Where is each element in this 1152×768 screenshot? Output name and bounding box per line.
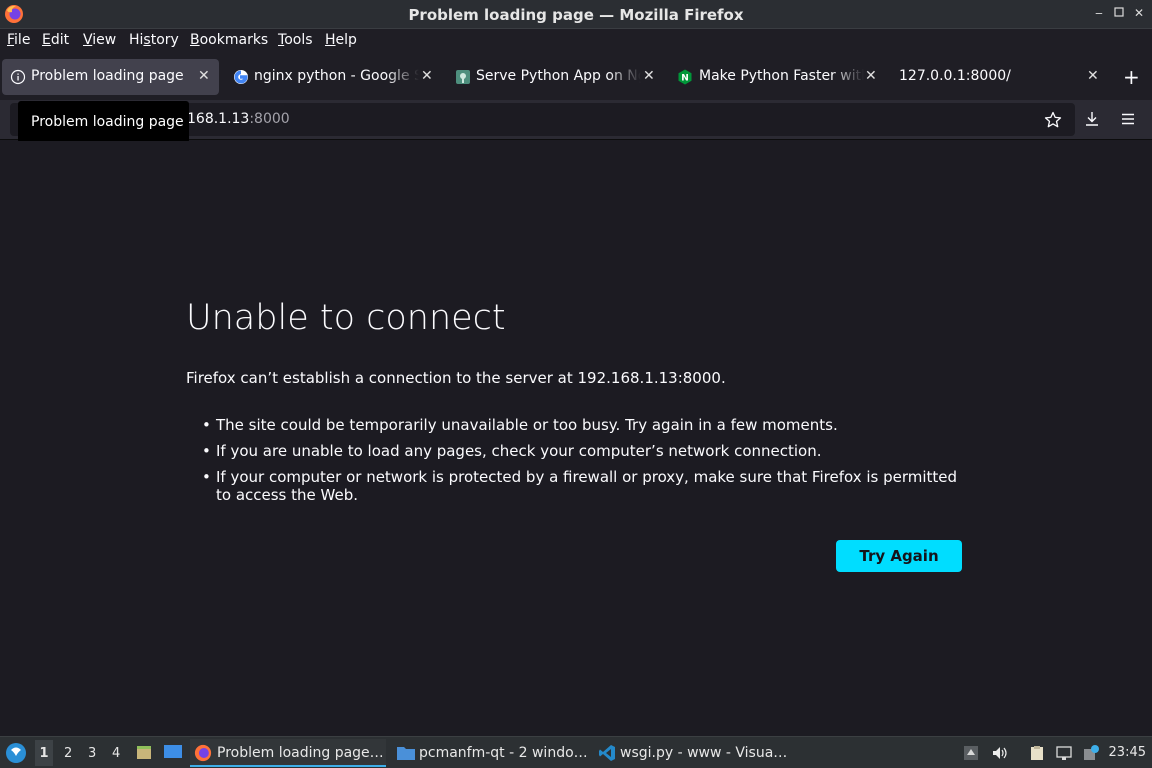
menu-help[interactable]: Help — [325, 32, 357, 48]
menu-file[interactable]: File — [7, 32, 30, 48]
updates-icon[interactable] — [1083, 745, 1099, 761]
minimize-button[interactable]: ‒ — [1092, 6, 1106, 20]
task-label: Problem loading page… — [217, 745, 384, 761]
vscode-icon — [599, 745, 615, 761]
tab-serve-python[interactable]: Serve Python App on Nginx ✕ — [446, 59, 663, 95]
file-manager-launcher-icon[interactable] — [135, 743, 153, 761]
show-desktop-icon[interactable] — [163, 743, 183, 761]
window-titlebar: Problem loading page — Mozilla Firefox ‒… — [0, 0, 1152, 29]
hamburger-menu-icon[interactable] — [1119, 110, 1137, 128]
workspace-1[interactable]: 1 — [35, 740, 53, 766]
close-window-button[interactable]: ✕ — [1132, 6, 1146, 20]
svg-text:N: N — [681, 74, 689, 84]
site-icon — [456, 70, 470, 84]
close-tab-icon[interactable]: ✕ — [865, 68, 877, 84]
menu-edit[interactable]: Edit — [42, 32, 69, 48]
list-item: If your computer or network is protected… — [202, 468, 976, 504]
close-tab-icon[interactable]: ✕ — [421, 68, 433, 84]
bookmark-star-icon[interactable] — [1044, 111, 1062, 129]
tab-label: Problem loading page — [31, 68, 184, 84]
error-description: Firefox can’t establish a connection to … — [186, 369, 726, 387]
menu-history[interactable]: History — [129, 32, 179, 48]
task-firefox[interactable]: Problem loading page… — [190, 739, 386, 767]
tab-tooltip: Problem loading page — [18, 101, 189, 143]
downloads-icon[interactable] — [1083, 110, 1101, 128]
folder-icon — [397, 747, 415, 760]
tab-label: nginx python - Google Search — [254, 68, 419, 84]
list-item: If you are unable to load any pages, che… — [202, 442, 976, 460]
task-label: wsgi.py - www - Visua… — [620, 745, 788, 761]
nginx-icon: N — [678, 69, 692, 85]
clock[interactable]: 23:45 — [1109, 745, 1146, 760]
close-tab-icon[interactable]: ✕ — [643, 68, 655, 84]
maximize-icon — [1114, 7, 1124, 17]
maximize-button[interactable] — [1112, 6, 1126, 20]
task-vscode[interactable]: wsgi.py - www - Visua… — [594, 739, 790, 767]
task-label: pcmanfm-qt - 2 windo… — [419, 745, 588, 761]
tab-localhost[interactable]: 127.0.0.1:8000/ ✕ — [890, 59, 1107, 95]
menu-view[interactable]: View — [83, 32, 116, 48]
new-tab-button[interactable]: + — [1123, 65, 1140, 89]
tooltip-text: Problem loading page — [31, 114, 184, 130]
volume-icon[interactable] — [992, 745, 1008, 761]
tab-label: Serve Python App on Nginx — [476, 68, 641, 84]
start-menu-icon[interactable] — [5, 742, 27, 764]
workspace-3[interactable]: 3 — [88, 746, 96, 761]
error-title: Unable to connect — [186, 298, 506, 338]
tab-problem-loading[interactable]: Problem loading page ✕ — [2, 59, 219, 95]
tab-google-search[interactable]: nginx python - Google Search ✕ — [224, 59, 441, 95]
info-icon — [10, 69, 26, 85]
menu-tools[interactable]: Tools — [278, 32, 313, 48]
google-icon — [234, 70, 248, 84]
close-tab-icon[interactable]: ✕ — [198, 68, 210, 84]
workspace-2[interactable]: 2 — [64, 746, 72, 761]
list-item: The site could be temporarily unavailabl… — [202, 416, 976, 434]
try-again-button[interactable]: Try Again — [836, 540, 962, 572]
tab-label: 127.0.0.1:8000/ — [899, 68, 1011, 84]
task-pcmanfm[interactable]: pcmanfm-qt - 2 windo… — [392, 739, 588, 767]
tab-strip: Problem loading page ✕ nginx python - Go… — [0, 54, 1152, 100]
error-page: Unable to connect Firefox can’t establis… — [0, 141, 1152, 735]
tab-make-python-faster[interactable]: N Make Python Faster with ✕ — [668, 59, 885, 95]
tab-label: Make Python Faster with — [699, 68, 864, 84]
taskbar: 1 2 3 4 Problem loading page… pcmanfm-qt… — [0, 736, 1152, 768]
menu-bookmarks[interactable]: Bookmarks — [190, 32, 268, 48]
tray-arrow-icon[interactable] — [963, 745, 979, 761]
window-title: Problem loading page — Mozilla Firefox — [408, 6, 744, 24]
url-text: 168.1.13:8000 — [187, 111, 290, 127]
network-icon[interactable] — [1056, 745, 1072, 761]
menubar: File Edit View History Bookmarks Tools H… — [0, 29, 1152, 54]
firefox-icon — [194, 744, 212, 762]
clipboard-icon[interactable] — [1029, 745, 1045, 761]
workspace-4[interactable]: 4 — [112, 746, 120, 761]
error-reasons-list: The site could be temporarily unavailabl… — [202, 416, 976, 512]
close-tab-icon[interactable]: ✕ — [1087, 68, 1099, 84]
